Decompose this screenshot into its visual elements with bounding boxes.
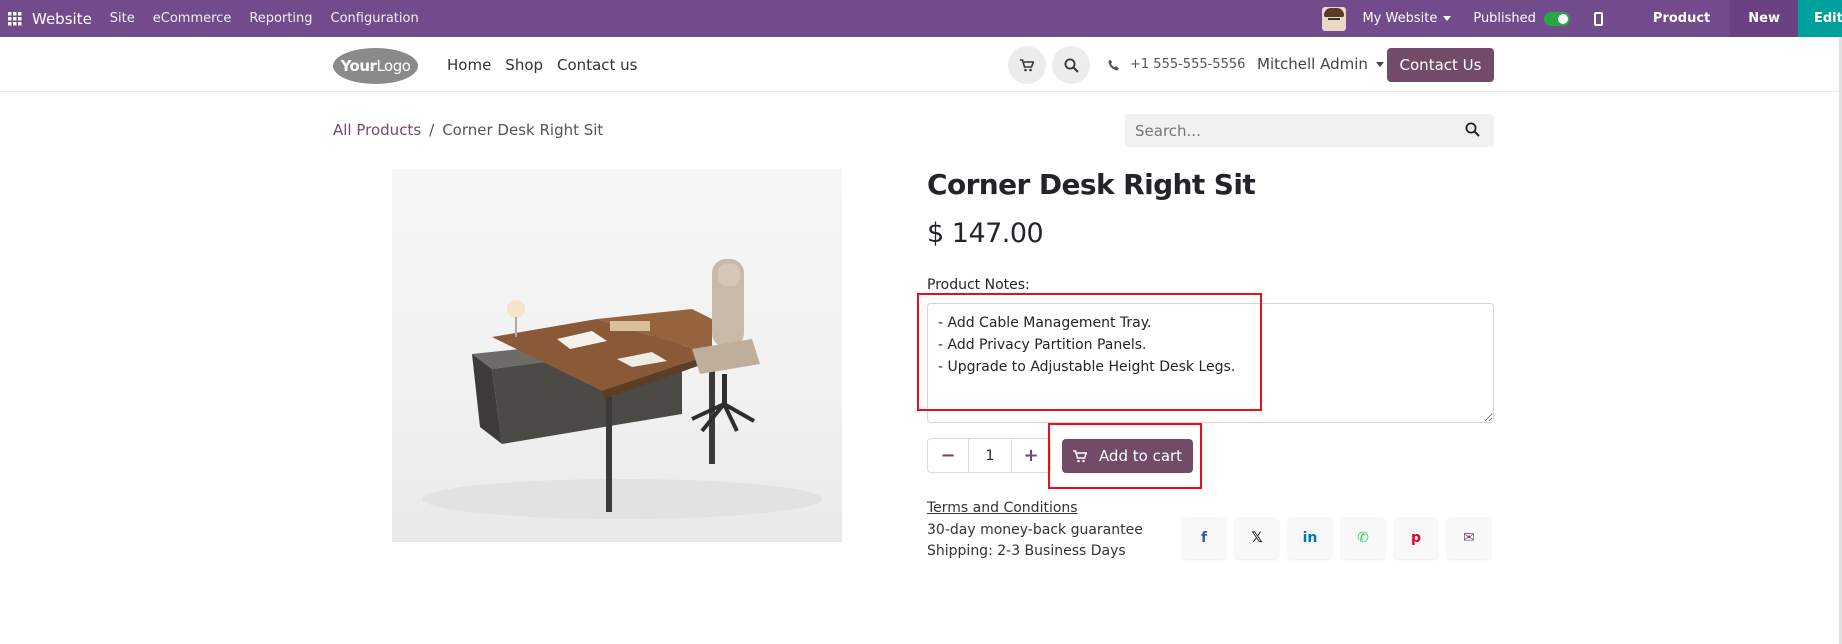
logo-text-bold: Your — [340, 57, 377, 75]
product-title: Corner Desk Right Sit — [927, 168, 1256, 201]
publish-toggle[interactable]: Published — [1473, 11, 1570, 26]
breadcrumb-all-products[interactable]: All Products — [333, 121, 421, 139]
linkedin-share-button[interactable]: in — [1288, 517, 1332, 559]
search-button[interactable] — [1052, 46, 1090, 84]
increase-quantity-button[interactable]: + — [1011, 438, 1051, 473]
guarantee-text: 30-day money-back guarantee — [927, 522, 1143, 538]
contact-us-button[interactable]: Contact Us — [1387, 48, 1494, 82]
x-twitter-share-button[interactable]: 𝕏 — [1235, 517, 1279, 559]
admin-navbar: Website Site eCommerce Reporting Configu… — [0, 0, 1842, 37]
published-label: Published — [1473, 11, 1536, 26]
shipping-text: Shipping: 2-3 Business Days — [927, 543, 1126, 559]
envelope-share-button[interactable]: ✉ — [1447, 517, 1491, 559]
x-twitter-icon: 𝕏 — [1251, 530, 1263, 546]
share-buttons: f 𝕏in ✆ p ✉ — [1182, 517, 1491, 559]
app-name[interactable]: Website — [32, 10, 92, 28]
user-menu[interactable]: Mitchell Admin — [1257, 55, 1384, 73]
phone-link[interactable]: +1 555-555-5556 — [1108, 57, 1245, 72]
product-search — [1125, 114, 1494, 147]
product-image — [392, 169, 842, 542]
decrease-quantity-button[interactable]: − — [927, 438, 969, 473]
highlight-box-cart — [1048, 423, 1202, 489]
nav-contact-us[interactable]: Contact us — [557, 56, 637, 74]
website-selector[interactable]: My Website — [1362, 11, 1452, 26]
search-icon[interactable] — [1465, 122, 1480, 137]
cart-icon — [1020, 58, 1034, 71]
website-selector-label: My Website — [1362, 11, 1438, 26]
envelope-icon: ✉ — [1463, 530, 1475, 546]
cart-button[interactable] — [1008, 46, 1046, 84]
phone-number: +1 555-555-5556 — [1130, 57, 1246, 72]
whatsapp-icon: ✆ — [1357, 530, 1369, 546]
pinterest-share-button[interactable]: p — [1394, 517, 1438, 559]
breadcrumb-current: Corner Desk Right Sit — [442, 121, 604, 139]
product-price: $ 147.00 — [927, 218, 1044, 249]
product-button[interactable]: Product — [1633, 11, 1730, 26]
facebook-share-button[interactable]: f — [1182, 517, 1226, 559]
edit-button[interactable]: Edit — [1798, 0, 1842, 37]
quantity-input[interactable]: 1 — [969, 438, 1011, 473]
quantity-stepper: − 1 + — [927, 438, 1051, 473]
pinterest-icon: p — [1410, 530, 1422, 546]
menu-ecommerce[interactable]: eCommerce — [153, 11, 232, 26]
breadcrumb-separator: / — [429, 121, 435, 139]
search-icon — [1064, 58, 1079, 73]
phone-icon — [1108, 59, 1119, 70]
new-button[interactable]: New — [1730, 0, 1798, 37]
minus-icon: − — [940, 445, 956, 466]
logo-text-thin: Logo — [376, 57, 411, 75]
menu-reporting[interactable]: Reporting — [249, 11, 312, 26]
menu-site[interactable]: Site — [110, 11, 135, 26]
product-notes-label: Product Notes: — [927, 277, 1030, 293]
site-header: Your Logo Home Shop Contact us +1 555-555… — [0, 37, 1842, 92]
whatsapp-share-button[interactable]: ✆ — [1341, 517, 1385, 559]
linkedin-icon: in — [1302, 530, 1318, 546]
search-input[interactable] — [1135, 121, 1455, 140]
user-avatar[interactable] — [1322, 6, 1347, 31]
facebook-icon: f — [1200, 530, 1208, 546]
user-name: Mitchell Admin — [1257, 55, 1368, 73]
plus-icon: + — [1023, 445, 1039, 466]
site-logo[interactable]: Your Logo — [333, 48, 418, 84]
mobile-preview-icon[interactable] — [1593, 11, 1603, 26]
caret-down-icon — [1443, 16, 1452, 21]
highlight-box-notes — [917, 293, 1262, 411]
caret-down-icon — [1375, 61, 1384, 67]
nav-shop[interactable]: Shop — [505, 56, 543, 74]
apps-menu-icon[interactable] — [0, 0, 30, 37]
main-nav: Home Shop Contact us — [447, 56, 637, 74]
toggle-switch-icon[interactable] — [1543, 11, 1570, 26]
breadcrumb: All Products / Corner Desk Right Sit — [333, 121, 603, 139]
menu-configuration[interactable]: Configuration — [331, 11, 419, 26]
terms-link[interactable]: Terms and Conditions — [927, 500, 1078, 516]
nav-home[interactable]: Home — [447, 56, 491, 74]
